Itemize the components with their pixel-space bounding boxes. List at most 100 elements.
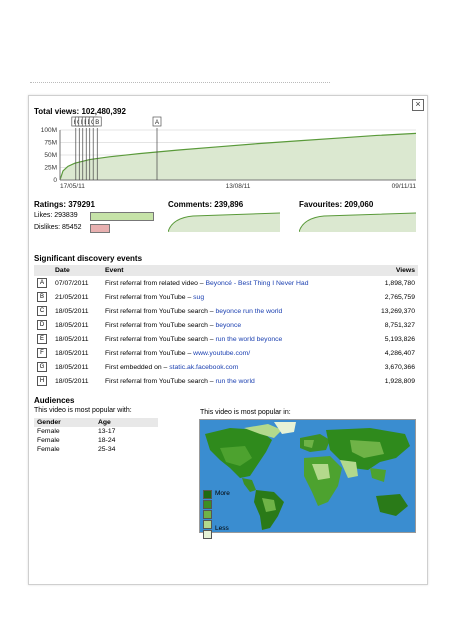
event-text: First referral from YouTube search – [105, 335, 214, 343]
table-row: H 18/05/2011 First referral from YouTube s… [34, 374, 418, 388]
total-views-label: Total views: [34, 107, 80, 116]
event-marker-badge: H [37, 376, 47, 386]
favourites: Favourites: 209,060 [299, 200, 373, 209]
world-map[interactable] [199, 419, 416, 533]
event-marker-label: A [155, 120, 159, 126]
event-marker: F [34, 346, 52, 360]
map-legend: More Less [203, 490, 230, 540]
event-link[interactable]: run the world beyonce [215, 336, 282, 343]
event-date: 21/05/2011 [55, 293, 89, 301]
comments-value: 239,896 [214, 200, 244, 209]
event-link[interactable]: www.youtube.com/ [193, 350, 250, 357]
dislikes-label: Dislikes: [34, 224, 61, 231]
event-description: First referral from YouTube – sug [102, 290, 367, 304]
audience-gender: Female [37, 446, 60, 453]
event-marker-badge: B [37, 292, 47, 302]
event-marker: G [34, 360, 52, 374]
event-description: First referral from related video – Beyo… [102, 276, 367, 290]
event-link[interactable]: beyonce [215, 322, 241, 329]
audience-row: Female 13-17 [34, 427, 158, 436]
audience-age: 25-34 [98, 446, 116, 453]
comments: Comments: 239,896 [168, 200, 243, 209]
dislikes-value: 85452 [62, 224, 82, 231]
likes-row: Likes: 293839 [34, 212, 78, 219]
event-link[interactable]: static.ak.facebook.com [169, 364, 238, 371]
event-date: 18/05/2011 [55, 349, 89, 357]
legend-more: More [215, 490, 230, 497]
ratings-value: 379291 [68, 200, 95, 209]
likes-label: Likes: [34, 212, 53, 219]
audience-age: 18-24 [98, 437, 116, 444]
event-views: 13,269,370 [380, 307, 415, 315]
x-tick-label: 09/11/11 [392, 183, 417, 190]
audience-header-age: Age [95, 418, 158, 427]
event-description: First referral from YouTube search – bey… [102, 318, 367, 332]
legend-swatch [203, 510, 212, 519]
event-marker-badge: F [37, 348, 47, 358]
event-marker: E [34, 332, 52, 346]
event-marker-label: B [95, 120, 99, 126]
events-table: Date Event Views A 07/07/2011 First referr… [34, 265, 418, 388]
table-row: D 18/05/2011 First referral from YouTube s… [34, 318, 418, 332]
event-description: First embedded on – static.ak.facebook.c… [102, 360, 367, 374]
audience-row: Female 25-34 [34, 445, 158, 454]
audiences-title: Audiences [34, 396, 75, 405]
world-map-svg [205, 422, 410, 530]
event-date: 07/07/2011 [55, 279, 89, 287]
map-title: This video is most popular in: [200, 409, 291, 416]
x-tick-label: 17/05/11 [60, 183, 85, 190]
event-text: First referral from YouTube search – [105, 377, 214, 385]
event-description: First referral from YouTube – www.youtub… [102, 346, 367, 360]
events-header-event: Event [102, 265, 368, 276]
event-text: First referral from YouTube – [105, 293, 192, 301]
ratings: Ratings: 379291 [34, 200, 95, 209]
events-header-marker [34, 265, 52, 276]
y-tick-label: 75M [44, 140, 57, 147]
audience-gender: Female [37, 428, 60, 435]
event-marker-badge: A [37, 278, 47, 288]
favourites-label: Favourites: [299, 200, 343, 209]
event-date: 18/05/2011 [55, 321, 89, 329]
event-views: 8,751,327 [384, 321, 415, 329]
event-marker-badge: E [37, 334, 47, 344]
event-marker-badge: D [37, 320, 47, 330]
top-dotted-separator [30, 82, 330, 85]
event-link[interactable]: run the world [215, 378, 254, 385]
table-row: A 07/07/2011 First referral from related v… [34, 276, 418, 290]
audience-gender: Female [37, 437, 60, 444]
event-link[interactable]: Beyoncé - Best Thing I Never Had [205, 280, 308, 287]
event-date: 18/05/2011 [55, 363, 89, 371]
audience-table: Gender Age Female 13-17 Female 18-24 Female 2… [34, 418, 158, 454]
x-tick-label: 13/08/11 [226, 183, 251, 190]
event-marker: H [34, 374, 52, 388]
legend-swatch [203, 490, 212, 499]
event-views: 5,193,826 [384, 335, 415, 343]
table-row: F 18/05/2011 First referral from YouTube –… [34, 346, 418, 360]
event-link[interactable]: sug [193, 294, 204, 301]
table-row: E 18/05/2011 First referral from YouTube s… [34, 332, 418, 346]
events-title: Significant discovery events [34, 254, 143, 263]
event-link[interactable]: beyonce run the world [215, 308, 282, 315]
event-date: 18/05/2011 [55, 377, 89, 385]
close-button[interactable]: × [412, 99, 424, 111]
dislikes-row: Dislikes: 85452 [34, 224, 81, 231]
event-views: 2,765,759 [384, 293, 415, 301]
events-header-date: Date [52, 265, 102, 276]
event-text: First referral from related video – [105, 279, 204, 287]
audience-header-gender: Gender [34, 418, 95, 427]
event-views: 4,286,407 [384, 349, 415, 357]
ratings-label: Ratings: [34, 200, 66, 209]
event-views: 1,898,780 [384, 279, 415, 287]
event-marker-badge: G [37, 362, 47, 372]
likes-value: 293839 [54, 212, 78, 219]
event-marker: D [34, 318, 52, 332]
legend-swatch [203, 520, 212, 529]
favourites-sparkline [299, 212, 416, 232]
legend-swatch [203, 530, 212, 539]
total-views-value: 102,480,392 [81, 107, 126, 116]
event-marker: C [34, 304, 52, 318]
audience-row: Female 18-24 [34, 436, 158, 445]
audience-header-row: Gender Age [34, 418, 158, 427]
total-views: Total views: 102,480,392 [34, 107, 126, 116]
event-marker: B [34, 290, 52, 304]
